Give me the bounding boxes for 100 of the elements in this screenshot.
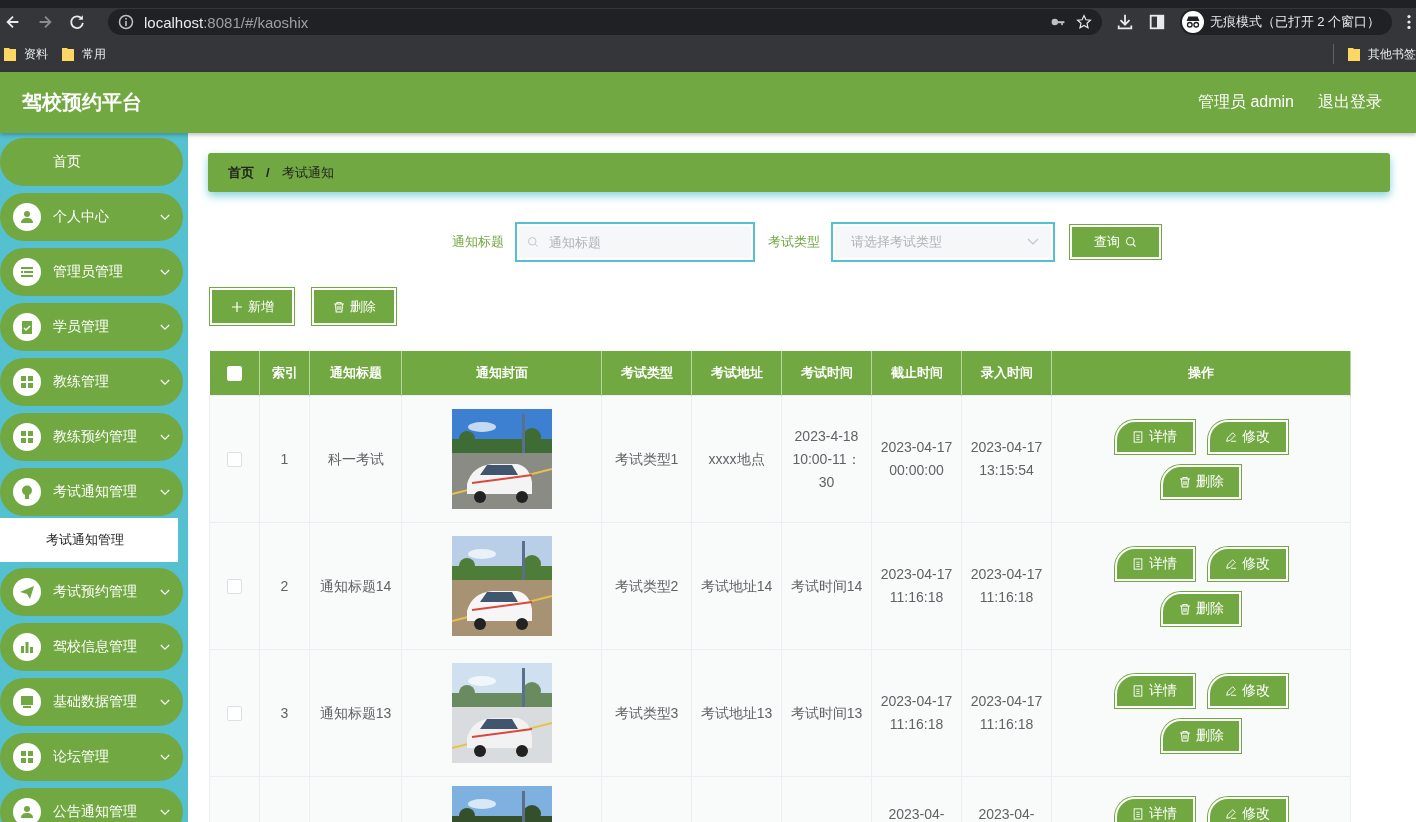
table-cell: 2023-04- <box>978 806 1035 822</box>
add-button[interactable]: 新增 <box>210 288 294 325</box>
bookmark-item[interactable]: 其他书签 <box>1348 45 1416 63</box>
bookmark-item[interactable]: 资料 <box>4 45 48 63</box>
column-header: 考试时间 <box>781 351 872 396</box>
chevron-down-icon <box>160 323 170 331</box>
edit-button[interactable]: 修改 <box>1207 673 1288 708</box>
breadcrumb-item[interactable]: 考试通知 <box>281 163 334 182</box>
pencil-icon <box>1225 684 1237 697</box>
breadcrumb-item[interactable]: 首页 <box>228 163 254 182</box>
sidebar-item[interactable]: 公告通知管理 <box>0 788 183 822</box>
bookmark-item[interactable]: 常用 <box>62 45 106 63</box>
list-icon <box>13 258 41 286</box>
folder-icon <box>62 47 74 61</box>
search-icon <box>526 236 539 248</box>
table-cell: 考试类型1 <box>614 450 679 467</box>
table-cell: 2 <box>280 577 289 594</box>
sidebar-item[interactable]: 基础数据管理 <box>0 678 183 726</box>
plus-icon <box>230 300 243 313</box>
app-title: 驾校预约平台 <box>22 90 142 115</box>
column-header: 考试类型 <box>601 351 692 396</box>
side-panel-icon[interactable] <box>1147 13 1166 31</box>
submenu-item[interactable]: 考试通知管理 <box>0 518 178 562</box>
sidebar-item[interactable]: 考试通知管理 <box>0 468 183 516</box>
document-icon <box>1132 684 1144 697</box>
monitor-icon <box>13 688 41 716</box>
sidebar-item[interactable]: 考试预约管理 <box>0 568 183 616</box>
pencil-icon <box>1225 557 1237 570</box>
user-icon <box>13 798 41 822</box>
delete-button[interactable]: 删除 <box>312 288 396 325</box>
table-cell: 考试类型2 <box>614 577 679 594</box>
incognito-icon <box>1181 11 1204 33</box>
row-checkbox[interactable] <box>227 579 242 595</box>
sidebar-item[interactable]: 论坛管理 <box>0 733 183 781</box>
column-header: 录入时间 <box>961 351 1052 396</box>
table-cell: 2023-04-17 13:15:54 <box>970 439 1043 478</box>
edit-button[interactable]: 修改 <box>1207 797 1288 822</box>
url-text: localhost:8081/#/kaoshix <box>144 13 309 31</box>
trash-icon <box>1178 729 1191 742</box>
edit-button[interactable]: 修改 <box>1207 419 1288 454</box>
delete-button[interactable]: 删除 <box>1161 718 1241 753</box>
send-icon <box>13 578 41 606</box>
trash-icon <box>332 300 345 313</box>
table-cell: 科一考试 <box>327 450 384 467</box>
chevron-down-icon <box>160 378 170 386</box>
chevron-down-icon <box>160 588 170 596</box>
more-menu-icon[interactable] <box>1406 13 1412 31</box>
sidebar-item[interactable]: 首页 <box>0 138 183 186</box>
folder-icon <box>1348 47 1360 61</box>
grid-icon <box>13 743 41 771</box>
document-icon <box>1132 430 1144 443</box>
detail-button[interactable]: 详情 <box>1114 673 1195 708</box>
sidebar-item[interactable]: 学员管理 <box>0 303 183 351</box>
star-icon[interactable] <box>1075 14 1092 30</box>
address-bar[interactable]: localhost:8081/#/kaoshix <box>108 9 1102 35</box>
column-header: 考试地址 <box>691 351 782 396</box>
table-cell: 3 <box>280 704 289 721</box>
table-cell: 考试地址14 <box>700 577 773 594</box>
row-checkbox[interactable] <box>227 706 242 722</box>
search-field[interactable]: 通知标题 <box>516 224 753 260</box>
bulb-icon <box>13 478 41 506</box>
table-cell: 1 <box>280 450 289 467</box>
table-cell: 考试时间13 <box>790 704 863 721</box>
sidebar-item[interactable]: 教练预约管理 <box>0 413 183 461</box>
chevron-down-icon <box>160 268 170 276</box>
table-cell: 考试地址13 <box>700 704 773 721</box>
delete-button[interactable]: 删除 <box>1161 464 1241 499</box>
row-checkbox[interactable] <box>227 452 242 468</box>
info-icon <box>118 14 134 30</box>
detail-button[interactable]: 详情 <box>1114 797 1195 822</box>
sidebar-item[interactable]: 个人中心 <box>0 193 183 241</box>
query-button[interactable]: 查询 <box>1069 225 1161 259</box>
download-icon[interactable] <box>1115 13 1134 31</box>
chevron-down-icon <box>160 698 170 706</box>
column-header: 截止时间 <box>871 351 962 396</box>
column-header: 操作 <box>1051 351 1351 396</box>
edit-button[interactable]: 修改 <box>1207 546 1288 581</box>
chevron-down-icon <box>160 213 170 221</box>
incognito-badge[interactable]: 无痕模式（已打开 2 个窗口） <box>1179 9 1392 35</box>
table-cell: 考试类型3 <box>614 704 679 721</box>
detail-button[interactable]: 详情 <box>1114 419 1195 454</box>
delete-button[interactable]: 删除 <box>1161 591 1241 626</box>
user-name: 管理员 admin <box>1197 92 1294 112</box>
logout-link[interactable]: 退出登录 <box>1318 92 1382 113</box>
table-cell: 2023-04- <box>888 806 945 822</box>
table-cell: xxxx地点 <box>708 450 765 467</box>
field-label: 考试类型 <box>767 233 820 251</box>
sidebar-item[interactable]: 驾校信息管理 <box>0 623 183 671</box>
reload-icon[interactable] <box>68 13 86 31</box>
select-all-checkbox[interactable] <box>226 366 242 382</box>
sidebar-item[interactable]: 教练管理 <box>0 358 183 406</box>
document-icon <box>1132 557 1144 570</box>
chevron-down-icon <box>160 643 170 651</box>
type-select[interactable]: 请选择考试类型 <box>832 224 1053 260</box>
pencil-icon <box>1225 430 1237 443</box>
sidebar-item[interactable]: 管理员管理 <box>0 248 183 296</box>
clipboard-icon <box>13 313 41 341</box>
table-cell: 通知标题14 <box>319 577 392 594</box>
chart-icon <box>13 633 41 661</box>
detail-button[interactable]: 详情 <box>1114 546 1195 581</box>
